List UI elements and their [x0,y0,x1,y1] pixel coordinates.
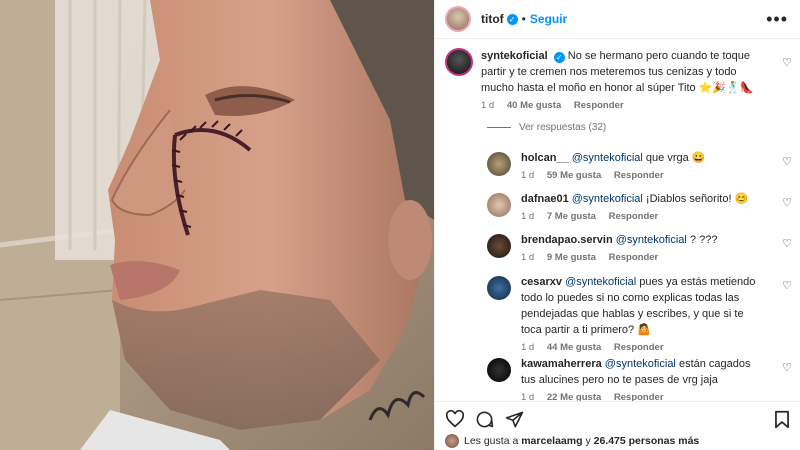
reply-button[interactable]: Responder [614,342,664,353]
comment-item: kawamaherrera @syntekoficial están cagad… [487,356,792,402]
comment-item: cesarxv @syntekoficial pues ya estás met… [487,274,792,353]
separator-dot: • [521,12,526,26]
comment-time: 1 d [481,100,495,111]
comment-likes[interactable]: 7 Me gusta [547,211,596,222]
comment-mention[interactable]: @syntekoficial [565,276,636,288]
comment-text: ? ??? [689,234,718,246]
replies-line [487,127,511,128]
comment-mention[interactable]: @syntekoficial [572,152,643,164]
avatar[interactable] [487,234,511,258]
follow-button[interactable]: Seguir [530,12,567,26]
likes-prefix: Les gusta a [464,435,519,447]
comment-username[interactable]: kawamaherrera [521,358,602,370]
comment-text: ¡Diablos señorito! 😊 [645,193,749,205]
post-photo [0,0,434,450]
heart-icon[interactable]: ♡ [782,237,792,250]
heart-icon[interactable]: ♡ [782,361,792,374]
comment-username[interactable]: dafnae01 [521,193,569,205]
heart-icon[interactable]: ♡ [782,196,792,209]
avatar[interactable] [487,193,511,217]
heart-icon[interactable]: ♡ [782,56,792,69]
verified-icon: ✓ [553,52,565,63]
comment-time: 1 d [521,170,535,181]
reply-button[interactable]: Responder [609,252,659,263]
view-replies-label[interactable]: Ver respuestas (32) [519,122,606,133]
avatar[interactable] [487,276,511,300]
header-username[interactable]: titof [481,12,504,26]
comment-meta: 1 d 9 Me gusta Responder [521,252,792,263]
comment-meta: 1 d 59 Me gusta Responder [521,170,792,181]
comment-text: que vrga 😀 [645,152,706,164]
comment-username[interactable]: syntekoficial [481,50,548,62]
heart-icon[interactable]: ♡ [782,155,792,168]
comment-username[interactable]: cesarxv [521,276,562,288]
comments-panel: titof ✓ • Seguir ••• syntekoficial ✓ No … [434,0,800,450]
share-icon[interactable] [505,410,524,434]
comment-item: dafnae01 @syntekoficial ¡Diablos señorit… [487,191,792,222]
post-image [0,0,434,450]
comment-item: holcan__ @syntekoficial que vrga 😀 1 d 5… [487,150,792,181]
comment-meta: 1 d 44 Me gusta Responder [521,342,792,353]
reply-button[interactable]: Responder [609,211,659,222]
comment-icon[interactable] [475,410,494,434]
likes-summary: Les gusta a marcelaamg y 26.475 personas… [445,434,699,448]
more-icon[interactable]: ••• [766,9,788,30]
bookmark-icon[interactable] [774,410,790,434]
comment-mention[interactable]: @syntekoficial [572,193,643,205]
avatar[interactable] [445,48,473,76]
post-header: titof ✓ • Seguir ••• [435,0,800,39]
likes-and: y [585,435,591,447]
comment-likes[interactable]: 9 Me gusta [547,252,596,263]
comment-meta: 1 d 7 Me gusta Responder [521,211,792,222]
comment-username[interactable]: brendapao.servin [521,234,613,246]
view-replies[interactable]: Ver respuestas (32) [487,122,606,133]
comment-mention[interactable]: @syntekoficial [605,358,676,370]
avatar[interactable] [487,152,511,176]
avatar[interactable] [487,358,511,382]
heart-icon[interactable] [445,409,465,433]
comment-likes[interactable]: 44 Me gusta [547,342,601,353]
comment-time: 1 d [521,211,535,222]
comments-list[interactable]: syntekoficial ✓ No se hermano pero cuand… [435,38,800,402]
avatar[interactable] [445,434,459,448]
comment-time: 1 d [521,342,535,353]
comment-likes[interactable]: 59 Me gusta [547,170,601,181]
avatar[interactable] [445,6,471,32]
comment-mention[interactable]: @syntekoficial [616,234,687,246]
comment-meta: 1 d 40 Me gusta Responder [481,100,792,111]
reply-button[interactable]: Responder [574,100,624,111]
action-bar: Les gusta a marcelaamg y 26.475 personas… [435,401,800,450]
comment-time: 1 d [521,252,535,263]
likes-user[interactable]: marcelaamg [521,435,582,447]
likes-count[interactable]: 26.475 personas más [594,435,700,447]
comment-likes[interactable]: 40 Me gusta [507,100,561,111]
reply-button[interactable]: Responder [614,170,664,181]
verified-icon: ✓ [506,13,518,25]
comment-item: brendapao.servin @syntekoficial ? ??? 1 … [487,232,792,263]
caption-comment: syntekoficial ✓ No se hermano pero cuand… [445,48,792,111]
heart-icon[interactable]: ♡ [782,279,792,292]
comment-username[interactable]: holcan__ [521,152,569,164]
